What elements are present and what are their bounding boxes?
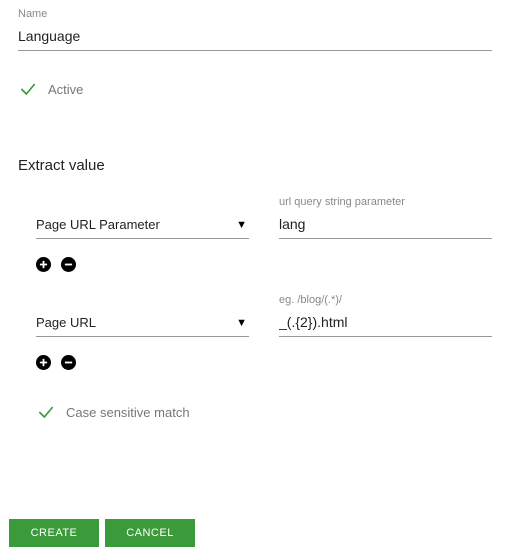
param-label: url query string parameter	[279, 196, 492, 208]
pattern-input[interactable]	[279, 308, 492, 337]
footer-actions: CREATE CANCEL	[9, 519, 195, 547]
checkmark-icon	[36, 402, 56, 422]
extract-row: Page URL Parameter ▼ url query string pa…	[36, 196, 492, 239]
checkmark-icon	[18, 79, 38, 99]
active-checkbox[interactable]: Active	[18, 79, 492, 99]
create-button[interactable]: CREATE	[9, 519, 99, 547]
active-label: Active	[48, 82, 83, 97]
extract-type-select[interactable]: Page URL Parameter ▼	[36, 211, 249, 239]
remove-row-button[interactable]	[61, 355, 76, 370]
row-actions	[36, 355, 492, 370]
extract-row: Page URL ▼ eg. /blog/(.*)/	[36, 294, 492, 337]
case-sensitive-checkbox[interactable]: Case sensitive match	[36, 402, 492, 422]
name-input[interactable]	[18, 22, 492, 51]
select-value: Page URL Parameter	[36, 217, 160, 232]
select-value: Page URL	[36, 315, 96, 330]
extract-rows: Page URL Parameter ▼ url query string pa…	[18, 196, 492, 370]
extract-type-select[interactable]: Page URL ▼	[36, 309, 249, 337]
extract-value-heading: Extract value	[18, 157, 492, 174]
name-label: Name	[18, 8, 492, 20]
chevron-down-icon: ▼	[236, 317, 247, 329]
cancel-button[interactable]: CANCEL	[105, 519, 195, 547]
add-row-button[interactable]	[36, 257, 51, 272]
name-field: Name	[18, 8, 492, 51]
chevron-down-icon: ▼	[236, 219, 247, 231]
case-sensitive-label: Case sensitive match	[66, 405, 190, 420]
pattern-label: eg. /blog/(.*)/	[279, 294, 492, 306]
remove-row-button[interactable]	[61, 257, 76, 272]
add-row-button[interactable]	[36, 355, 51, 370]
row-actions	[36, 257, 492, 272]
param-input[interactable]	[279, 210, 492, 239]
